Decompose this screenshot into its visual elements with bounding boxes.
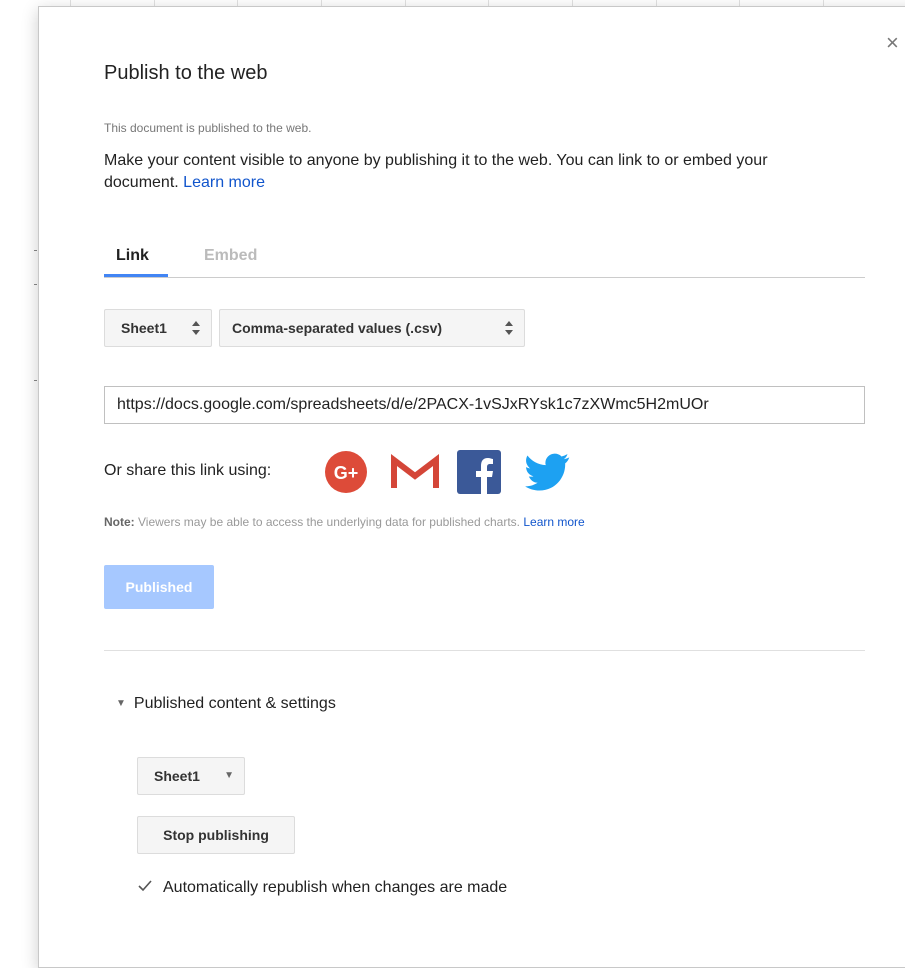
- section-divider: [104, 650, 865, 651]
- checkmark-icon[interactable]: [137, 878, 153, 894]
- published-sheet-value: Sheet1: [154, 768, 200, 784]
- published-url-field[interactable]: https://docs.google.com/spreadsheets/d/e…: [104, 386, 865, 424]
- sheet-select-value: Sheet1: [121, 320, 167, 336]
- grid-mark: [34, 250, 37, 251]
- note-prefix: Note:: [104, 515, 135, 529]
- published-button[interactable]: Published: [104, 565, 214, 609]
- background-spreadsheet-edge: [0, 0, 38, 952]
- format-select[interactable]: Comma-separated values (.csv): [219, 309, 525, 347]
- published-sheet-dropdown[interactable]: Sheet1 ▼: [137, 757, 245, 795]
- expander-label: Published content & settings: [133, 695, 336, 712]
- tab-embed[interactable]: Embed: [204, 247, 257, 265]
- close-icon[interactable]: ×: [886, 32, 899, 54]
- gmail-icon[interactable]: [390, 450, 440, 494]
- twitter-icon[interactable]: [524, 450, 572, 494]
- tab-bar: Link Embed: [104, 245, 865, 278]
- up-down-arrows-icon: [504, 310, 514, 360]
- svg-text:G+: G+: [334, 463, 359, 483]
- sheet-select[interactable]: Sheet1: [104, 309, 212, 347]
- chevron-down-icon: ▼: [224, 770, 234, 781]
- up-down-arrows-icon: [191, 310, 201, 360]
- note-learn-more-link[interactable]: Learn more: [523, 515, 584, 529]
- dialog-title: Publish to the web: [104, 62, 268, 84]
- format-select-value: Comma-separated values (.csv): [232, 320, 443, 336]
- share-label: Or share this link using:: [104, 462, 272, 479]
- tab-link[interactable]: Link: [116, 247, 149, 265]
- dialog-description: Make your content visible to anyone by p…: [104, 150, 844, 194]
- auto-republish-row[interactable]: Automatically republish when changes are…: [137, 878, 507, 897]
- grid-mark: [34, 284, 37, 285]
- learn-more-link[interactable]: Learn more: [183, 174, 265, 191]
- facebook-icon[interactable]: [457, 450, 501, 494]
- publish-status: This document is published to the web.: [104, 121, 312, 135]
- triangle-down-icon: ▼: [116, 698, 126, 709]
- published-settings-expander[interactable]: ▼ Published content & settings: [116, 695, 336, 713]
- stop-publishing-button[interactable]: Stop publishing: [137, 816, 295, 854]
- google-plus-icon[interactable]: G+: [324, 450, 368, 494]
- note-text: Viewers may be able to access the underl…: [134, 515, 521, 529]
- active-tab-indicator: [104, 274, 168, 277]
- auto-republish-label: Automatically republish when changes are…: [163, 879, 508, 896]
- grid-mark: [34, 380, 37, 381]
- data-access-note: Note: Viewers may be able to access the …: [104, 515, 585, 529]
